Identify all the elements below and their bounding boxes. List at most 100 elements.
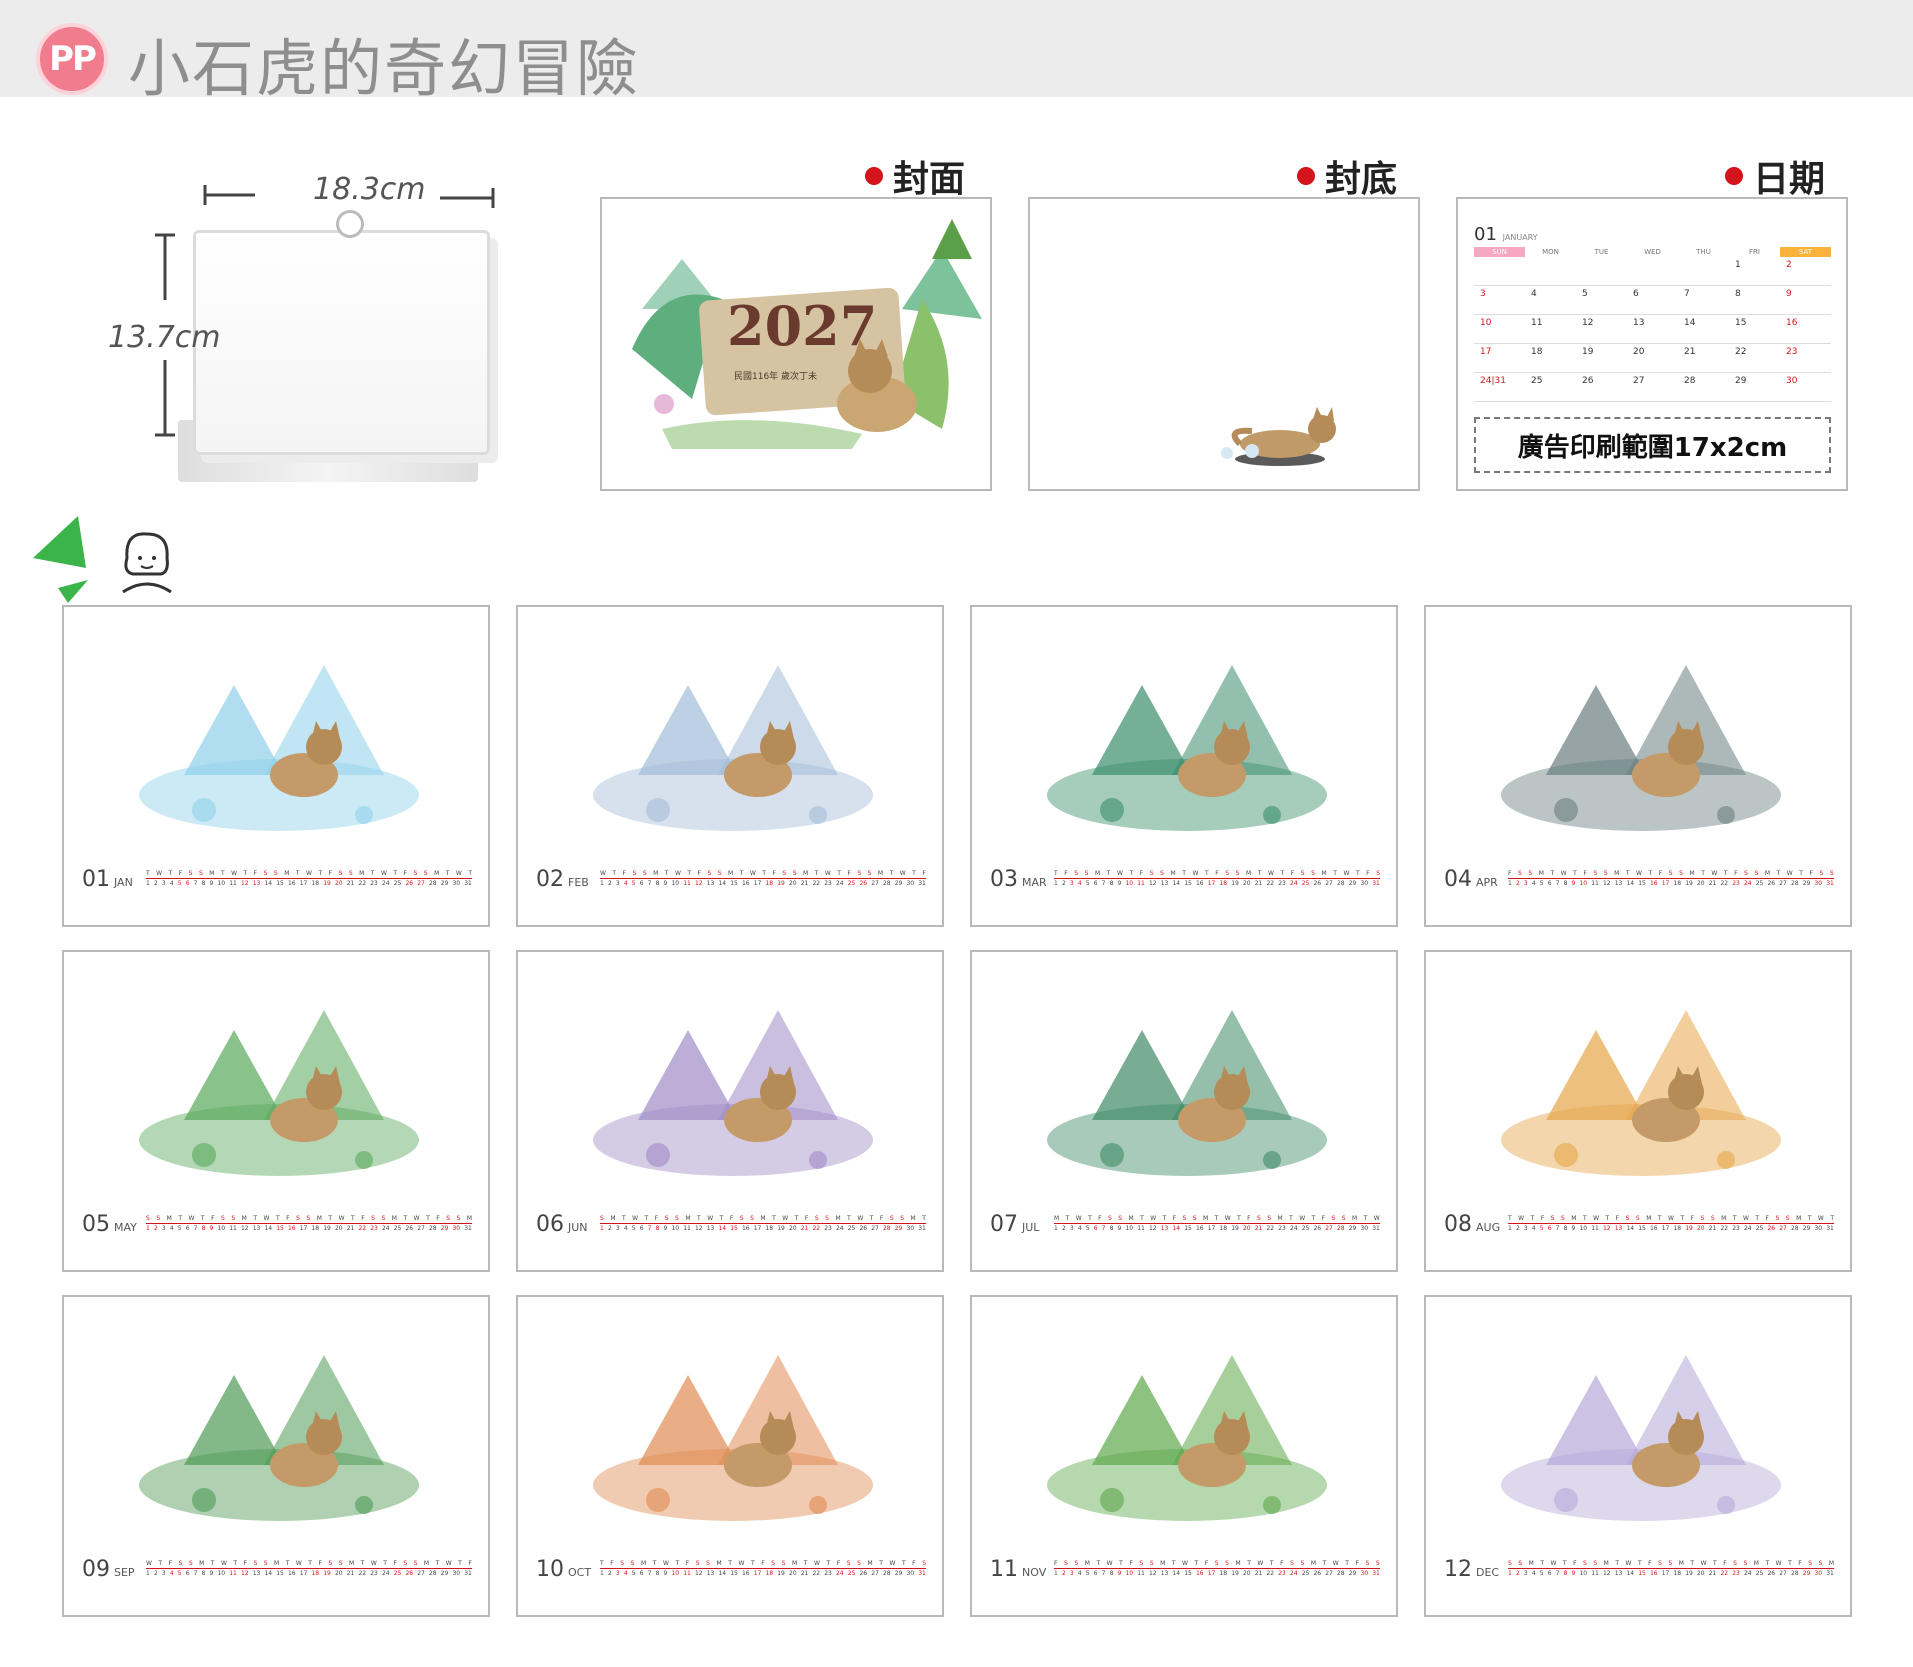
date-cell: 22 <box>1735 347 1747 357</box>
month-label: 12 DEC <box>1444 1557 1499 1582</box>
date-cell: 20 <box>1633 347 1645 357</box>
month-number: 05 <box>82 1212 110 1237</box>
month-label: 04 APR <box>1444 867 1498 892</box>
girl-icon <box>122 532 172 594</box>
date-label: 日期 <box>1725 150 1825 202</box>
month-number: 06 <box>536 1212 564 1237</box>
month-abbr: JAN <box>114 876 133 889</box>
date-cell: 3 <box>1480 289 1486 299</box>
days-strip: MTWTFSSMTWTFSSMTWTFSSMTWTFSSMTW123456789… <box>1054 1215 1380 1232</box>
days-strip: TFSSMTWTFSSMTWTFSSMTWTFSSMTWTFS123456789… <box>600 1560 926 1577</box>
weekday-sat: SAT <box>1780 247 1831 257</box>
date-cell <box>1576 257 1627 285</box>
back-panel <box>1028 197 1420 491</box>
month-illustration <box>1501 665 1781 831</box>
month-card-dec: 12 DEC S S M T W T F S S M T W T F S S M T W T F S S M T W T F S S M 1 2 3 4… <box>1424 1295 1852 1617</box>
month-label: 10 OCT <box>536 1557 591 1582</box>
month-abbr: AUG <box>1476 1221 1501 1234</box>
ad-print-area: 廣告印刷範圍17x2cm <box>1474 417 1831 473</box>
date-cell: 12 <box>1582 318 1594 328</box>
month-abbr: DEC <box>1476 1566 1500 1579</box>
date-cell: 6 <box>1633 289 1639 299</box>
month-number: 02 <box>536 867 564 892</box>
days-strip: TWTFSSMTWTFSSMTWTFSSMTWTFSSMTWT123456789… <box>146 870 472 887</box>
date-cell <box>1678 257 1729 285</box>
date-cell: 30 <box>1786 376 1798 386</box>
green-triangle-icon <box>33 516 88 603</box>
month-number: 01 <box>82 867 110 892</box>
month-abbr: SEP <box>114 1566 135 1579</box>
month-card-apr: 04 APR F S S M T W T F S S M T W T F S S M T W T F S S M T W T F S S 1 2 3 4… <box>1424 605 1852 927</box>
month-illustration <box>1047 1010 1327 1176</box>
month-illustration <box>139 665 419 831</box>
month-abbr: JUN <box>568 1221 588 1234</box>
date-cell: 19 <box>1582 347 1594 357</box>
date-cell: 29 <box>1735 376 1747 386</box>
weekday-tue: TUE <box>1576 247 1627 257</box>
month-abbr: JUL <box>1022 1221 1040 1234</box>
back-label: 封底 <box>1297 150 1397 202</box>
month-label: 02 FEB <box>536 867 589 892</box>
date-cell: 23 <box>1786 347 1798 357</box>
date-cell <box>1474 257 1525 285</box>
month-number: 03 <box>990 867 1018 892</box>
month-card-sep: 09 SEP W T F S S M T W T F S S M T W T F S S M T W T F S S M T W T F 1 2 3 4… <box>62 1295 490 1617</box>
red-dot-icon <box>1297 167 1315 185</box>
month-illustration <box>1501 1010 1781 1176</box>
date-cell: 17 <box>1480 347 1492 357</box>
height-dimension: 13.7cm <box>108 320 221 355</box>
date-row: 3 4 5 6 7 8 9 <box>1474 286 1831 315</box>
date-sheet-month: 01 JANUARY <box>1474 224 1538 245</box>
days-strip: FSSMTWTFSSMTWTFSSMTWTFSSMTWTFSS123456789… <box>1054 1560 1380 1577</box>
date-cell: 4 <box>1531 289 1537 299</box>
days-strip: FSSMTWTFSSMTWTFSSMTWTFSSMTWTFSS123456789… <box>1508 870 1834 887</box>
month-label: 03 MAR <box>990 867 1047 892</box>
date-row: 10 11 12 13 14 15 16 <box>1474 315 1831 344</box>
month-abbr: MAR <box>1022 876 1047 889</box>
month-illustration <box>1047 1355 1327 1521</box>
days-strip: WTFSSMTWTFSSMTWTFSSMTWTFSSMTWTF123456789… <box>146 1560 472 1577</box>
date-cell: 25 <box>1531 376 1543 386</box>
month-card-feb: 02 FEB W T F S S M T W T F S S M T W T F S S M T W T F S S M T W T F 1 2 3 4… <box>516 605 944 927</box>
month-label: 11 NOV <box>990 1557 1046 1582</box>
month-abbr: FEB <box>568 876 589 889</box>
days-strip: SSMTWTFSSMTWTFSSMTWTFSSMTWTFSSM123456789… <box>1508 1560 1834 1577</box>
weekday-thu: THU <box>1678 247 1729 257</box>
month-illustration <box>593 665 873 831</box>
days-strip: TWTFSSMTWTFSSMTWTFSSMTWTFSSMTWT123456789… <box>1508 1215 1834 1232</box>
month-number: 10 <box>536 1557 564 1582</box>
month-illustration <box>139 1355 419 1521</box>
month-card-oct: 10 OCT T F S S M T W T F S S M T W T F S S M T W T F S S M T W T F S 1 2 3 4… <box>516 1295 944 1617</box>
month-number: 07 <box>990 1212 1018 1237</box>
date-cell: 18 <box>1531 347 1543 357</box>
date-sheet-grid: SUN MON TUE WED THU FRI SAT 1 2 3 4 5 6 7 8 9 10 11 12 13 1… <box>1474 247 1831 402</box>
cover-label: 封面 <box>865 150 965 202</box>
date-cell: 2 <box>1786 260 1792 270</box>
month-illustration <box>1047 665 1327 831</box>
date-cell: 5 <box>1582 289 1588 299</box>
date-cell: 15 <box>1735 318 1747 328</box>
weekday-header: SUN MON TUE WED THU FRI SAT <box>1474 247 1831 257</box>
date-cell <box>1525 257 1576 285</box>
month-card-jun: 06 JUN S M T W T F S S M T W T F S S M T W T F S S M T W T F S S M T 1 2 3 4… <box>516 950 944 1272</box>
date-cell: 7 <box>1684 289 1690 299</box>
calendar-stand-illustration <box>193 230 490 455</box>
date-cell: 8 <box>1735 289 1741 299</box>
weekday-fri: FRI <box>1729 247 1780 257</box>
calendar-hook <box>336 210 364 238</box>
month-card-aug: 08 AUG T W T F S S M T W T F S S M T W T F S S M T W T F S S M T W T 1 2 3 4… <box>1424 950 1852 1272</box>
month-label: 08 AUG <box>1444 1212 1500 1237</box>
cover-year: 2027 <box>727 294 878 358</box>
date-panel: 01 JANUARY SUN MON TUE WED THU FRI SAT 12 3 4 5 6 7… <box>1456 197 1848 491</box>
month-number: 09 <box>82 1557 110 1582</box>
month-abbr: MAY <box>114 1221 137 1234</box>
weekday-sun: SUN <box>1474 247 1525 257</box>
date-cell: 13 <box>1633 318 1645 328</box>
date-cell: 16 <box>1786 318 1798 328</box>
days-strip: WTFSSMTWTFSSMTWTFSSMTWTFSSMTWTF123456789… <box>600 870 926 887</box>
date-cell: 27 <box>1633 376 1645 386</box>
back-cat-illustration <box>1221 407 1336 466</box>
month-card-jul: 07 JUL M T W T F S S M T W T F S S M T W T F S S M T W T F S S M T W 1 2 3 4… <box>970 950 1398 1272</box>
cover-subtitle: 民國116年 歲次丁未 <box>734 372 818 382</box>
date-cell <box>1627 257 1678 285</box>
